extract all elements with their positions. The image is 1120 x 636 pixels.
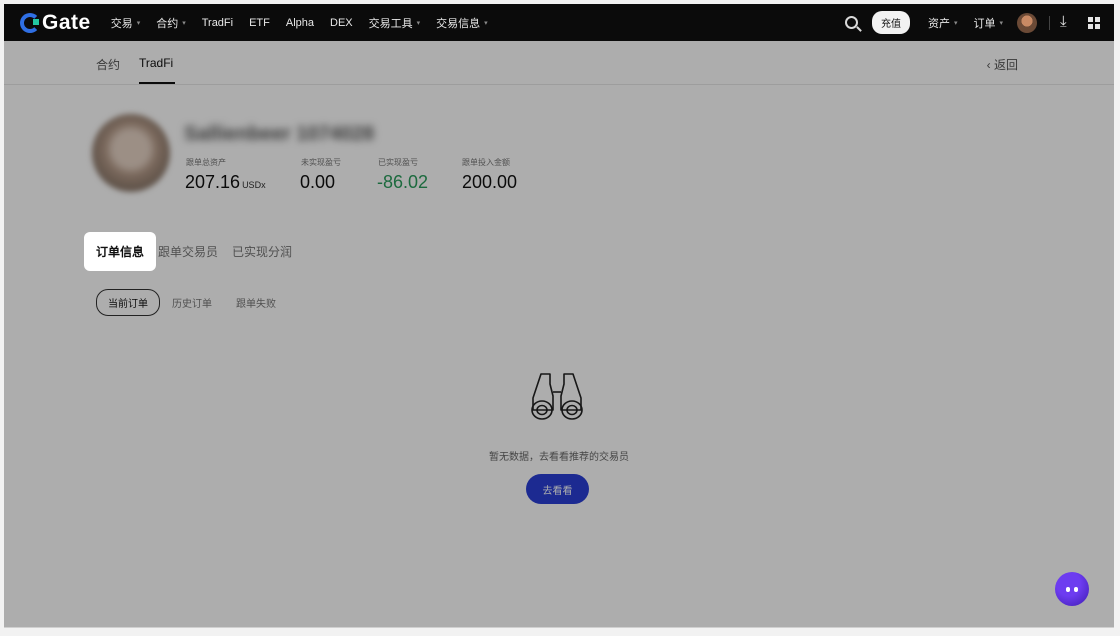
back-label: 返回 [993,58,1018,72]
nav-item-tradfi[interactable]: TradFi [202,17,233,29]
chat-assistant-button[interactable] [1055,572,1089,606]
chevron-down-icon: ▾ [999,19,1003,27]
nav-item-label: TradFi [201,16,234,29]
stat-value-invested: 200.00 [462,172,518,192]
stat-label-total-assets: 跟单总资产 [186,158,226,167]
nav-item-label: 订单 [973,17,996,30]
nav-item-label: 交易工具 [368,17,413,30]
tab-futures[interactable]: 合约 [96,56,120,73]
filter-history-orders[interactable]: 历史订单 [172,295,212,310]
nav-item-info[interactable]: 交易信息 ▾ [436,15,488,31]
nav-item-label: ETF [249,16,270,29]
apps-grid-icon[interactable] [1088,16,1100,29]
search-icon[interactable] [844,16,858,29]
stat-label-invested: 跟单投入金额 [462,158,510,167]
trader-name: Sallienbeer 1074028 [184,123,375,145]
nav-item-label: 交易 [110,17,133,30]
filter-current-orders[interactable]: 当前订单 [96,289,160,316]
chevron-down-icon: ▾ [416,19,421,27]
stat-unit: USDx [242,180,266,190]
nav-item-assets[interactable]: 资产 ▾ [928,15,958,31]
trader-avatar [92,114,170,192]
nav-item-label: 交易信息 [436,17,481,30]
gate-logo-icon [20,12,40,33]
nav-item-label: 合约 [156,17,179,30]
chevron-down-icon: ▾ [136,19,141,27]
bot-eye-icon [1066,586,1070,592]
chevron-down-icon: ▾ [953,19,958,27]
sub-tabs: 合约 TradFi ‹ 返回 [4,41,1114,85]
nav-item-futures[interactable]: 合约 ▾ [156,15,186,31]
gate-logo[interactable]: Gate [20,11,91,35]
empty-state-text: 暂无数据，去看看推荐的交易员 [489,452,629,463]
nav-item-dex[interactable]: DEX [330,17,353,29]
bot-eye-icon [1074,586,1078,592]
divider [1049,15,1050,30]
stat-number: 207.16 [185,172,241,192]
tab-tradfi[interactable]: TradFi [139,56,173,70]
binoculars-icon [531,373,583,420]
nav-item-trade[interactable]: 交易 ▾ [111,15,141,31]
go-see-button[interactable]: 去看看 [526,474,589,504]
stat-value-total-assets: 207.16 USDx [185,172,266,193]
chevron-down-icon: ▾ [182,19,186,27]
nav-item-tools[interactable]: 交易工具 ▾ [369,15,421,31]
logo-text: Gate [42,10,91,34]
order-tabs: 订单信息 跟单交易员 已实现分润 [84,232,306,271]
nav-item-etf[interactable]: ETF [249,17,270,29]
stat-label-realized-pnl: 已实现盈亏 [378,158,418,167]
download-icon[interactable] [1060,13,1074,30]
chevron-left-icon: ‹ [986,58,994,72]
deposit-button[interactable]: 充值 [871,11,910,34]
nav-item-alpha[interactable]: Alpha [286,17,314,29]
tab-copy-traders[interactable]: 跟单交易员 [158,243,218,260]
nav-item-label: 资产 [927,17,950,30]
order-filter-row: 当前订单 历史订单 跟单失败 [96,289,300,316]
user-avatar[interactable] [1017,12,1037,33]
back-link[interactable]: ‹ 返回 [987,56,1018,73]
nav-item-label: DEX [330,16,353,29]
active-tab-indicator [139,82,175,84]
stat-value-unrealized-pnl: 0.00 [300,172,336,192]
chevron-down-icon: ▾ [484,19,488,27]
filter-failed-orders[interactable]: 跟单失败 [236,295,276,310]
nav-right-group: 充值 资产 ▾ 订单 ▾ [844,11,1100,34]
stat-value-realized-pnl: -86.02 [377,172,429,192]
tab-profit-share[interactable]: 已实现分润 [232,243,292,260]
tab-order-info[interactable]: 订单信息 [84,232,157,271]
top-navigation: Gate 交易 ▾ 合约 ▾ TradFi ETF Alpha DEX 交易工具… [4,4,1114,41]
app-window: Gate 交易 ▾ 合约 ▾ TradFi ETF Alpha DEX 交易工具… [4,4,1114,628]
stat-label-unrealized-pnl: 未实现盈亏 [301,158,341,167]
nav-item-orders[interactable]: 订单 ▾ [973,15,1003,31]
nav-item-label: Alpha [285,16,315,29]
dim-overlay [4,41,1114,627]
